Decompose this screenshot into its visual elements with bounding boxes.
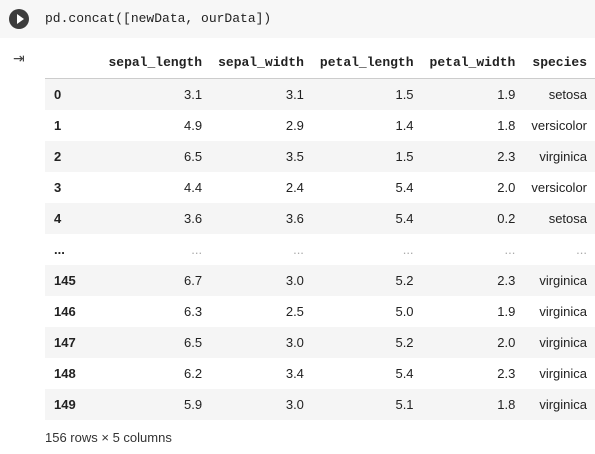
dataframe-table: sepal_length sepal_width petal_length petal… — [45, 46, 595, 420]
table-cell: 6.2 — [184, 366, 203, 381]
table-cell: ... — [293, 242, 304, 257]
table-cell: 3.6 — [210, 203, 312, 234]
table-cell: 1.9 — [421, 78, 524, 110]
table-cell: 3.6 — [100, 203, 211, 234]
table-cell: 2.3 — [421, 141, 524, 172]
row-index: 2 — [45, 141, 101, 172]
table-row: 149 5.9 3.0 5.1 1.8 virginica — [45, 389, 595, 420]
table-cell: 3.1 — [100, 78, 211, 110]
table-row: .................. — [45, 234, 595, 265]
table-cell: 5.4 — [395, 366, 414, 381]
table-row: 147 6.5 3.0 5.2 2.0 virginica — [45, 327, 595, 358]
column-header: petal_width — [421, 46, 524, 79]
table-cell: virginica — [539, 304, 587, 319]
table-cell: 5.2 — [311, 327, 422, 358]
table-cell: 2.3 — [421, 265, 524, 296]
run-cell-button[interactable] — [9, 9, 29, 29]
table-cell: 2.0 — [421, 327, 524, 358]
column-header: sepal_length — [100, 46, 211, 79]
table-cell: 0.2 — [421, 203, 524, 234]
table-cell: 3.0 — [210, 389, 312, 420]
row-index: 1 — [54, 118, 62, 133]
table-cell: virginica — [523, 389, 595, 420]
dataframe-shape: 156 rows × 5 columns — [45, 430, 172, 445]
table-cell: 5.4 — [311, 203, 422, 234]
table-cell: 5.9 — [100, 389, 211, 420]
table-cell: virginica — [523, 265, 595, 296]
table-cell: virginica — [539, 366, 587, 381]
table-cell: setosa — [523, 203, 595, 234]
table-cell: virginica — [523, 327, 595, 358]
table-cell: 1.8 — [497, 118, 516, 133]
table-row: 146 6.3 2.5 5.0 1.9 virginica — [45, 296, 595, 327]
table-cell: 3.1 — [210, 78, 312, 110]
row-index: 149 — [45, 389, 101, 420]
table-cell: 4.4 — [184, 180, 203, 195]
table-row: 2 6.5 3.5 1.5 2.3 virginica — [45, 141, 595, 172]
table-cell: 5.4 — [395, 180, 414, 195]
table-cell: 6.5 — [100, 327, 211, 358]
code-text[interactable]: pd.concat([newData, ourData]) — [45, 11, 271, 26]
output-icon: ⇥ — [13, 50, 25, 66]
table-cell: versicolor — [531, 180, 587, 195]
row-index: 148 — [54, 366, 76, 381]
table-cell: 3.0 — [210, 327, 312, 358]
index-header — [45, 46, 101, 79]
row-index: 0 — [45, 78, 101, 110]
table-cell: versicolor — [531, 118, 587, 133]
table-cell: 2.9 — [285, 118, 304, 133]
table-cell: 3.5 — [210, 141, 312, 172]
row-index: 146 — [54, 304, 76, 319]
table-cell: 2.4 — [285, 180, 304, 195]
code-cell[interactable]: pd.concat([newData, ourData]) — [0, 0, 595, 38]
row-index: 145 — [45, 265, 101, 296]
table-cell: setosa — [523, 78, 595, 110]
table-row: 4 3.6 3.6 5.4 0.2 setosa — [45, 203, 595, 234]
table-cell: 1.9 — [497, 304, 516, 319]
table-cell: ... — [402, 242, 414, 257]
table-cell: 1.8 — [421, 389, 524, 420]
table-cell: ... — [504, 242, 516, 257]
table-cell: 6.7 — [100, 265, 211, 296]
row-index: 3 — [54, 180, 62, 195]
table-row: 3 4.4 2.4 5.4 2.0 versicolor — [45, 172, 595, 203]
table-cell: 1.5 — [311, 141, 422, 172]
table-row: 148 6.2 3.4 5.4 2.3 virginica — [45, 358, 595, 389]
table-cell: 5.0 — [395, 304, 414, 319]
table-row: 145 6.7 3.0 5.2 2.3 virginica — [45, 265, 595, 296]
table-cell: 1.5 — [311, 78, 422, 110]
table-cell: virginica — [523, 141, 595, 172]
table-cell: 4.9 — [184, 118, 203, 133]
row-index: ... — [54, 242, 65, 257]
table-cell: 6.3 — [184, 304, 203, 319]
table-cell: 2.5 — [285, 304, 304, 319]
column-header: petal_length — [311, 46, 422, 79]
table-cell: ... — [576, 242, 587, 257]
table-cell: ... — [191, 242, 203, 257]
table-cell: 6.5 — [100, 141, 211, 172]
table-row: 1 4.9 2.9 1.4 1.8 versicolor — [45, 110, 595, 141]
table-cell: 3.0 — [210, 265, 312, 296]
row-index: 4 — [45, 203, 101, 234]
table-cell: 1.4 — [395, 118, 414, 133]
table-cell: 5.1 — [311, 389, 422, 420]
table-cell: 3.4 — [285, 366, 304, 381]
column-header: sepal_width — [210, 46, 312, 79]
table-cell: 2.3 — [497, 366, 516, 381]
table-cell: 5.2 — [311, 265, 422, 296]
table-row: 0 3.1 3.1 1.5 1.9 setosa — [45, 78, 595, 110]
row-index: 147 — [45, 327, 101, 358]
column-header: species — [523, 46, 595, 79]
table-cell: 2.0 — [497, 180, 516, 195]
